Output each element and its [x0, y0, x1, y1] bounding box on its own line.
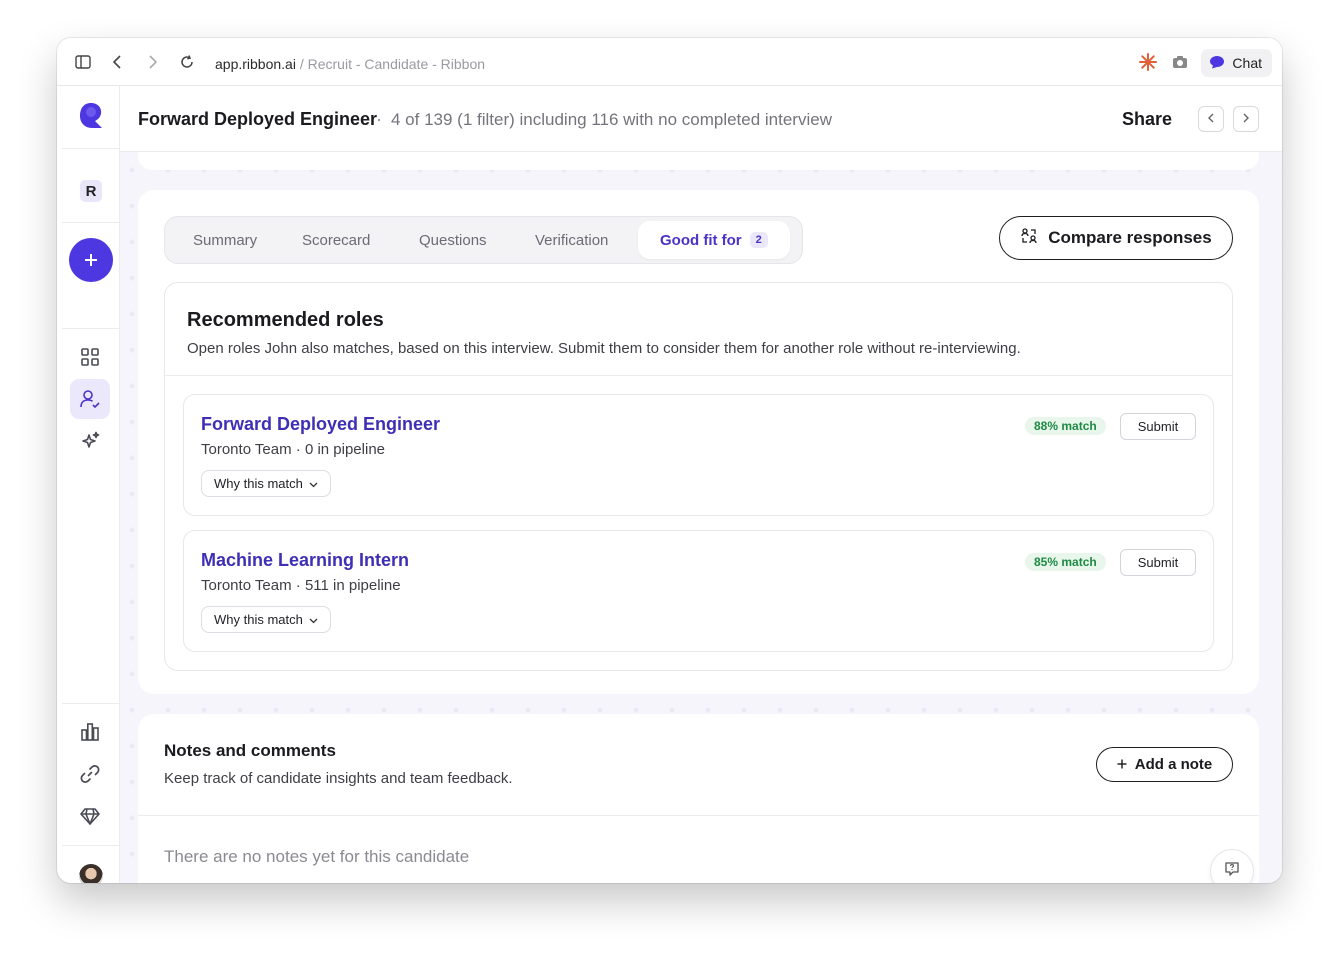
help-chat-icon — [1224, 861, 1240, 882]
add-note-button[interactable]: Add a note — [1096, 747, 1233, 782]
forward-icon[interactable] — [143, 52, 163, 72]
compare-responses-label: Compare responses — [1048, 228, 1212, 247]
url-path: / Recruit - Candidate - Ribbon — [295, 56, 486, 72]
notes-description: Keep track of candidate insights and tea… — [164, 770, 513, 787]
candidates-icon[interactable] — [70, 379, 110, 419]
browser-window: app.ribbon.ai / Recruit - Candidate - Ri… — [57, 38, 1282, 883]
previous-card-bottom — [138, 152, 1259, 170]
role-card: Machine Learning Intern Toronto Team · 5… — [183, 530, 1214, 652]
new-button[interactable] — [69, 238, 113, 282]
chat-button[interactable]: Chat — [1201, 49, 1272, 77]
chevron-down-icon — [309, 612, 318, 627]
details-tabs: Summary Scorecard Questions Verification… — [164, 216, 803, 264]
tab-verification[interactable]: Verification — [535, 217, 608, 263]
job-title: Forward Deployed Engineer — [138, 109, 378, 129]
reload-icon[interactable] — [177, 52, 197, 72]
user-avatar[interactable] — [79, 864, 103, 883]
share-button[interactable]: Share — [1122, 109, 1172, 130]
link-icon[interactable] — [70, 754, 110, 794]
notes-empty-state: There are no notes yet for this candidat… — [164, 847, 470, 866]
back-icon[interactable] — [107, 52, 127, 72]
submit-button[interactable]: Submit — [1120, 413, 1196, 440]
tab-good-fit-for-label: Good fit for — [660, 231, 742, 249]
tab-count-badge: 2 — [749, 232, 768, 248]
tab-questions[interactable]: Questions — [419, 217, 487, 263]
compare-icon — [1020, 227, 1038, 250]
plus-icon — [84, 247, 98, 273]
tab-good-fit-for[interactable]: Good fit for 2 — [638, 221, 790, 259]
notes-title: Notes and comments — [164, 741, 336, 760]
submit-button[interactable]: Submit — [1120, 549, 1196, 576]
recommended-roles-panel: Recommended roles Open roles John also m… — [164, 282, 1233, 671]
address-bar[interactable]: app.ribbon.ai / Recruit - Candidate - Ri… — [215, 56, 485, 72]
url-domain: app.ribbon.ai — [215, 56, 296, 72]
role-name-link[interactable]: Machine Learning Intern — [201, 550, 409, 571]
main-content: Forward Deployed Engineer · 4 of 139 (1 … — [120, 86, 1282, 883]
chat-label: Chat — [1232, 55, 1262, 71]
match-badge: 88% match — [1025, 417, 1106, 435]
role-meta: Toronto Team · 511 in pipeline — [201, 577, 401, 594]
sparkle-ai-icon[interactable] — [70, 421, 110, 461]
pipeline-position: 4 of 139 (1 filter) including 116 with n… — [391, 110, 832, 129]
sidebar-toggle-icon[interactable] — [73, 52, 93, 72]
notes-section: Notes and comments Keep track of candida… — [138, 714, 1259, 883]
tab-summary[interactable]: Summary — [193, 217, 257, 263]
next-candidate-button[interactable] — [1233, 106, 1259, 132]
candidate-header: Forward Deployed Engineer · 4 of 139 (1 … — [120, 86, 1282, 152]
why-this-match-button[interactable]: Why this match — [201, 606, 331, 633]
app-sidebar: R — [62, 86, 120, 883]
browser-toolbar: app.ribbon.ai / Recruit - Candidate - Ri… — [57, 38, 1282, 86]
candidate-details-card: Summary Scorecard Questions Verification… — [138, 190, 1259, 694]
why-this-match-label: Why this match — [214, 612, 303, 627]
tab-scorecard[interactable]: Scorecard — [302, 217, 370, 263]
recommended-roles-title: Recommended roles — [187, 309, 384, 331]
analytics-icon[interactable] — [70, 712, 110, 752]
role-meta: Toronto Team · 0 in pipeline — [201, 441, 385, 458]
why-this-match-button[interactable]: Why this match — [201, 470, 331, 497]
title-separator: · — [376, 109, 382, 129]
chat-bubble-icon — [1209, 55, 1225, 72]
ribbon-logo-icon[interactable] — [78, 102, 104, 130]
camera-icon[interactable] — [1170, 52, 1190, 72]
plus-icon — [1117, 756, 1127, 773]
workspace-badge[interactable]: R — [80, 180, 102, 202]
match-badge: 85% match — [1025, 553, 1106, 571]
add-note-label: Add a note — [1134, 756, 1213, 773]
compare-responses-button[interactable]: Compare responses — [999, 216, 1233, 260]
why-this-match-label: Why this match — [214, 476, 303, 491]
role-card: Forward Deployed Engineer Toronto Team ·… — [183, 394, 1214, 516]
extension-icon[interactable] — [1138, 52, 1158, 72]
previous-candidate-button[interactable] — [1198, 106, 1224, 132]
role-name-link[interactable]: Forward Deployed Engineer — [201, 414, 440, 435]
dashboard-grid-icon[interactable] — [70, 337, 110, 377]
chevron-down-icon — [309, 476, 318, 491]
chevron-left-icon — [1207, 110, 1215, 128]
chevron-right-icon — [1242, 110, 1250, 128]
recommended-roles-description: Open roles John also matches, based on t… — [187, 340, 1021, 357]
diamond-icon[interactable] — [70, 796, 110, 836]
